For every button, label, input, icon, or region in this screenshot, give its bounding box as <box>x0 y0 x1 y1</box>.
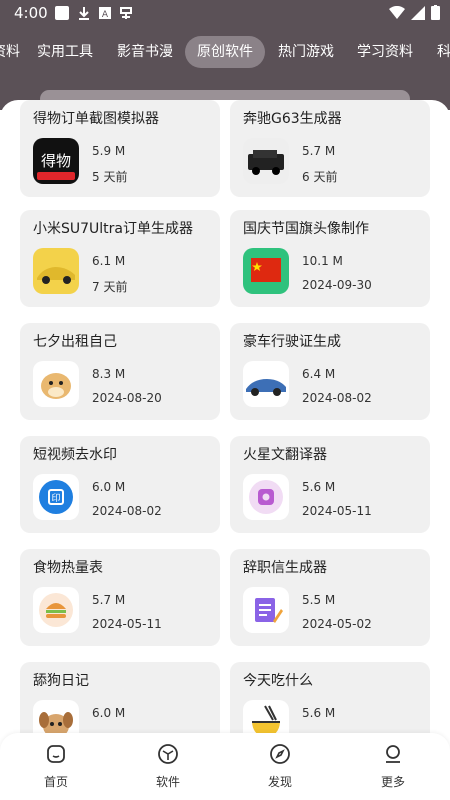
nav-label: 更多 <box>380 775 405 789</box>
text-notification-icon: A <box>99 7 111 20</box>
app-title: 豪车行驶证生成 <box>243 334 341 350</box>
app-size: 6.4 M <box>302 367 336 381</box>
app-title: 火星文翻译器 <box>243 447 327 463</box>
app-date: 2024-08-02 <box>302 391 372 405</box>
letter-icon <box>243 587 289 633</box>
burger-icon <box>33 587 79 633</box>
svg-text:印: 印 <box>51 492 60 504</box>
cube-icon <box>158 744 178 764</box>
app-title: 短视频去水印 <box>33 447 117 463</box>
app-card[interactable]: 火星文翻译器 5.6 M 2024-05-11 <box>230 436 430 533</box>
tab-yingyin-shuman[interactable]: 影音书漫 <box>117 36 173 68</box>
top-header: 4:00 A 资料 实用工具 影音书漫 原创软件 热门游戏 学习资料 科 <box>0 0 450 110</box>
app-size: 10.1 M <box>302 254 343 268</box>
app-grid: 得物订单截图模拟器 得物 5.9 M 5 天前 奔驰G63生成器 5.7 M 6… <box>0 100 450 800</box>
app-title: 国庆节国旗头像制作 <box>243 221 369 237</box>
download-icon <box>79 7 89 20</box>
app-card[interactable]: 豪车行驶证生成 6.4 M 2024-08-02 <box>230 323 430 420</box>
status-time: 4:00 <box>14 4 48 22</box>
nav-label: 首页 <box>43 775 68 789</box>
app-title: 小米SU7Ultra订单生成器 <box>33 221 194 237</box>
g63-car-icon <box>243 138 289 184</box>
app-title: 今天吃什么 <box>243 673 313 689</box>
app-card[interactable]: 奔驰G63生成器 5.7 M 6 天前 <box>230 100 430 197</box>
app-size: 5.9 M <box>92 144 126 158</box>
app-card[interactable]: 食物热量表 5.7 M 2024-05-11 <box>20 549 220 646</box>
tab-ziliao[interactable]: 资料 <box>0 36 20 68</box>
app-title: 辞职信生成器 <box>243 560 327 576</box>
china-flag-icon <box>243 248 289 294</box>
svg-text:A: A <box>102 10 109 20</box>
app-size: 5.7 M <box>92 593 126 607</box>
tab-shiyong-gongju[interactable]: 实用工具 <box>37 36 93 68</box>
app-date: 2024-09-30 <box>302 278 372 292</box>
app-size: 6.1 M <box>92 254 126 268</box>
tab-ke[interactable]: 科 <box>437 36 450 68</box>
battery-icon <box>431 5 440 20</box>
app-card[interactable]: 短视频去水印 印 6.0 M 2024-08-02 <box>20 436 220 533</box>
dewu-app-icon: 得物 <box>33 138 79 184</box>
app-title: 舔狗日记 <box>33 673 89 689</box>
app-size: 5.5 M <box>302 593 336 607</box>
nav-home[interactable]: 首页 <box>26 743 86 790</box>
nav-label: 软件 <box>155 775 180 789</box>
app-date: 2024-05-11 <box>92 617 162 631</box>
app-date: 2024-05-02 <box>302 617 372 631</box>
app-card[interactable]: 国庆节国旗头像制作 10.1 M 2024-09-30 <box>230 210 430 307</box>
svg-text:得物: 得物 <box>41 152 71 170</box>
app-card[interactable]: 小米SU7Ultra订单生成器 6.1 M 7 天前 <box>20 210 220 307</box>
nav-more[interactable]: 更多 <box>363 743 423 790</box>
signal-icon <box>411 5 425 20</box>
app-size: 6.0 M <box>92 706 126 720</box>
tab-xuexi-ziliao[interactable]: 学习资料 <box>357 36 413 68</box>
user-icon <box>386 745 400 763</box>
app-badge-icon <box>120 7 132 19</box>
app-date: 2024-05-11 <box>302 504 372 518</box>
bottom-nav: 首页 软件 发现 更多 <box>0 733 450 800</box>
app-size: 5.7 M <box>302 144 336 158</box>
nav-discover[interactable]: 发现 <box>250 743 310 790</box>
app-date: 2024-08-02 <box>92 504 162 518</box>
app-card[interactable]: 辞职信生成器 5.5 M 2024-05-02 <box>230 549 430 646</box>
app-date: 2024-08-20 <box>92 391 162 405</box>
tab-remen-youxi[interactable]: 热门游戏 <box>278 36 334 68</box>
app-size: 6.0 M <box>92 480 126 494</box>
app-title: 得物订单截图模拟器 <box>33 111 159 127</box>
app-notification-icon <box>55 6 69 20</box>
app-date: 5 天前 <box>92 170 128 184</box>
app-title: 七夕出租自己 <box>33 334 117 350</box>
app-card[interactable]: 得物订单截图模拟器 得物 5.9 M 5 天前 <box>20 100 220 197</box>
wifi-icon <box>389 5 405 19</box>
su7-car-icon <box>33 248 79 294</box>
translator-icon <box>243 474 289 520</box>
app-title: 食物热量表 <box>33 560 103 576</box>
nav-software[interactable]: 软件 <box>138 743 198 790</box>
status-bar: 4:00 A <box>0 0 450 26</box>
porsche-icon <box>243 361 289 407</box>
home-icon <box>47 745 65 763</box>
category-tabs: 资料 实用工具 影音书漫 原创软件 热门游戏 学习资料 科 <box>0 32 450 72</box>
tab-yuanchuang-ruanjian[interactable]: 原创软件 <box>185 36 265 68</box>
doge-icon <box>33 361 79 407</box>
app-title: 奔驰G63生成器 <box>243 111 342 127</box>
app-date: 6 天前 <box>302 170 338 184</box>
app-card[interactable]: 七夕出租自己 8.3 M 2024-08-20 <box>20 323 220 420</box>
app-size: 5.6 M <box>302 706 336 720</box>
app-date: 7 天前 <box>92 280 128 294</box>
nav-label: 发现 <box>267 775 292 789</box>
watermark-icon: 印 <box>33 474 79 520</box>
compass-icon <box>270 744 290 764</box>
app-size: 8.3 M <box>92 367 126 381</box>
app-size: 5.6 M <box>302 480 336 494</box>
